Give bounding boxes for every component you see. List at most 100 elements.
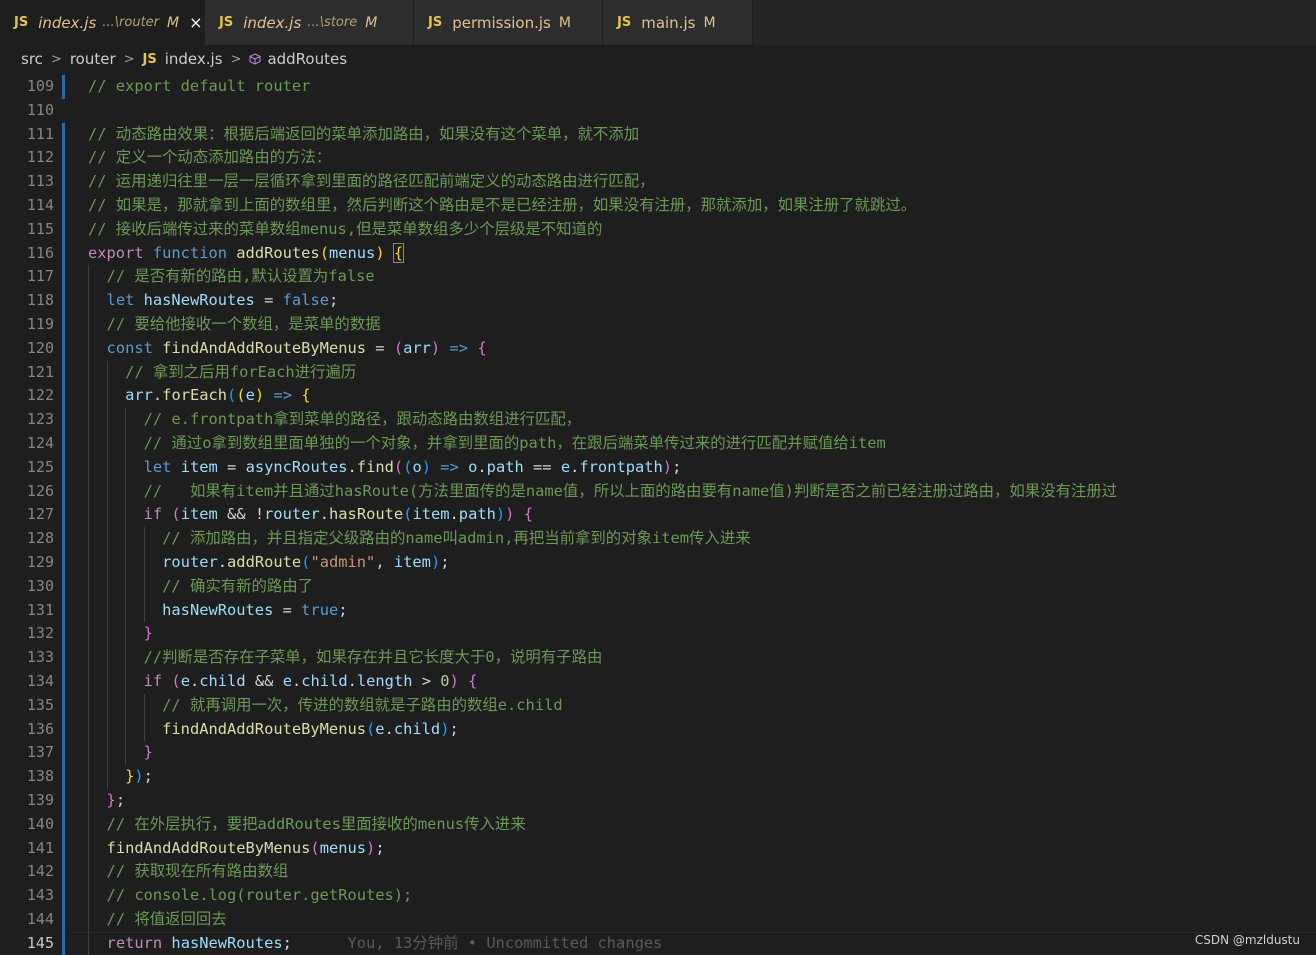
code-line[interactable]: 130 // 确实有新的路由了 (0, 575, 1316, 599)
code-line[interactable]: 129 router.addRoute("admin", item); (0, 551, 1316, 575)
tab-2[interactable]: JS index.js ...\store M (205, 0, 414, 45)
code-line[interactable]: 145 return hasNewRoutes; You, 13分钟前 • Un… (0, 931, 1316, 955)
code-line[interactable]: 143 // console.log(router.getRoutes); (0, 884, 1316, 908)
code-line[interactable]: 117 // 是否有新的路由,默认设置为false (0, 265, 1316, 289)
code-line[interactable]: 114 // 如果是，那就拿到上面的数组里，然后判断这个路由是不是已经注册，如果没… (0, 194, 1316, 218)
code-line[interactable]: 131 hasNewRoutes = true; (0, 599, 1316, 623)
line-number: 143 (26, 886, 54, 905)
code-line[interactable]: 119 // 要给他接收一个数组，是菜单的数据 (0, 313, 1316, 337)
code-text: findAndAddRouteByMenus(menus); (88, 837, 385, 861)
code-line[interactable]: 142 // 获取现在所有路由数组 (0, 860, 1316, 884)
chevron-right-icon: > (123, 51, 135, 67)
code-line[interactable]: 125 let item = asyncRoutes.find((o) => o… (0, 456, 1316, 480)
code-line[interactable]: 121 // 拿到之后用forEach进行遍历 (0, 361, 1316, 385)
modified-badge: M (167, 14, 180, 31)
code-line[interactable]: 127 if (item && !router.hasRoute(item.pa… (0, 503, 1316, 527)
code-line[interactable]: 128 // 添加路由，并且指定父级路由的name叫admin,再把当前拿到的对… (0, 527, 1316, 551)
git-blame-annotation: You, 13分钟前 • Uncommitted changes (291, 933, 663, 952)
code-line[interactable]: 133 //判断是否存在子菜单，如果存在并且它长度大于0，说明有子路由 (0, 646, 1316, 670)
code-token: true (301, 600, 339, 619)
code-line[interactable]: 118 let hasNewRoutes = false; (0, 289, 1316, 313)
code-line[interactable]: 139 }; (0, 789, 1316, 813)
code-token: findAndAddRouteByMenus (162, 719, 366, 738)
close-icon[interactable]: × (189, 13, 202, 32)
code-text: // 要给他接收一个数组，是菜单的数据 (88, 313, 381, 337)
code-line[interactable]: 124 // 通过o拿到数组里面单独的一个对象，并拿到里面的path，在跟后端菜… (0, 432, 1316, 456)
code-line[interactable]: 112 // 定义一个动态添加路由的方法： (0, 146, 1316, 170)
code-line[interactable]: 137 } (0, 741, 1316, 765)
code-token: function (152, 243, 237, 262)
code-token: addRoutes (236, 243, 320, 262)
code-token: // 动态路由效果：根据后端返回的菜单添加路由，如果没有这个菜单，就不添加 (88, 124, 640, 143)
code-text: // 接收后端传过来的菜单数组menus,但是菜单数组多少个层级是不知道的 (88, 218, 602, 242)
breadcrumb-src[interactable]: src (21, 50, 43, 68)
code-line[interactable]: 116 export function addRoutes(menus) { (0, 242, 1316, 266)
code-line[interactable]: 141 findAndAddRouteByMenus(menus); (0, 837, 1316, 861)
tab-1[interactable]: JS index.js ...\router M × (0, 0, 205, 45)
code-token: ) (430, 553, 441, 571)
line-number: 120 (26, 338, 54, 357)
code-text: if (e.child && e.child.length > 0) { (88, 670, 478, 694)
tab-3[interactable]: JS permission.js M (414, 0, 603, 45)
code-token: > (412, 672, 441, 690)
code-token: = (273, 600, 302, 619)
code-line[interactable]: 140 // 在外层执行，要把addRoutes里面接收的menus传入进来 (0, 813, 1316, 837)
code-line[interactable]: 115 // 接收后端传过来的菜单数组menus,但是菜单数组多少个层级是不知道的 (0, 218, 1316, 242)
git-modified-indicator[interactable] (62, 75, 65, 99)
code-editor[interactable]: 109 // export default router 110 111 // 动态路由… (0, 73, 1316, 955)
code-token: // 添加路由，并且指定父级路由的name叫admin,再把当前拿到的对象ite… (162, 529, 751, 548)
code-line[interactable]: 135 // 就再调用一次，传进的数组就是子路由的数组e.child (0, 694, 1316, 718)
breadcrumb-router[interactable]: router (70, 50, 116, 68)
code-text: return hasNewRoutes; You, 13分钟前 • Uncomm… (88, 932, 663, 955)
code-line[interactable]: 111 // 动态路由效果：根据后端返回的菜单添加路由，如果没有这个菜单，就不添加 (0, 123, 1316, 147)
code-token: ( (227, 386, 237, 405)
code-text: // 定义一个动态添加路由的方法： (88, 146, 331, 170)
code-token: . (152, 386, 163, 405)
code-token: ) (421, 457, 431, 476)
breadcrumb-symbol[interactable]: addRoutes (267, 50, 347, 68)
code-text: }); (88, 765, 153, 789)
code-token: // 要给他接收一个数组，是菜单的数据 (106, 315, 381, 333)
code-token: e (245, 386, 255, 405)
code-line[interactable]: 122 arr.forEach((e) => { (0, 384, 1316, 408)
breadcrumb-file[interactable]: index.js (165, 50, 223, 68)
code-token: ( (393, 457, 404, 476)
code-line[interactable]: 138 }); (0, 765, 1316, 789)
code-token: ; (143, 767, 153, 786)
code-token: ) (366, 838, 376, 857)
code-token: // 是否有新的路由,默认设置为false (106, 267, 375, 286)
code-line[interactable]: 120 const findAndAddRouteByMenus = (arr)… (0, 337, 1316, 361)
git-modified-indicator[interactable] (62, 122, 65, 955)
code-line[interactable]: 110 (0, 99, 1316, 123)
tab-path: ...\store (307, 15, 358, 30)
code-token: // e.frontpath拿到菜单的路径，跟动态路由数组进行匹配， (143, 410, 582, 429)
code-line[interactable]: 136 findAndAddRouteByMenus(e.child); (0, 718, 1316, 742)
code-line[interactable]: 134 if (e.child && e.child.length > 0) { (0, 670, 1316, 694)
indent-guide (88, 265, 89, 955)
code-line[interactable]: 126 // 如果有item并且通过hasRoute(方法里面传的是name值，… (0, 480, 1316, 504)
code-token: "admin" (310, 553, 376, 571)
code-line[interactable]: 113 // 运用递归往里一层一层循环拿到里面的路径匹配前端定义的动态路由进行匹配… (0, 170, 1316, 194)
code-token: . (384, 719, 394, 738)
code-line[interactable]: 109 // export default router (0, 75, 1316, 99)
code-token: } (106, 791, 116, 809)
code-line[interactable]: 123 // e.frontpath拿到菜单的路径，跟动态路由数组进行匹配， (0, 408, 1316, 432)
code-token: // 获取现在所有路由数组 (106, 862, 289, 881)
code-token: . (319, 505, 330, 524)
code-token: false (282, 291, 329, 310)
code-text: // 动态路由效果：根据后端返回的菜单添加路由，如果没有这个菜单，就不添加 (88, 123, 639, 147)
code-token: item (393, 553, 431, 571)
line-number: 136 (26, 719, 54, 738)
code-line[interactable]: 132 } (0, 622, 1316, 646)
code-token: . (291, 672, 302, 690)
tab-4[interactable]: JS main.js M (603, 0, 753, 45)
code-line[interactable]: 144 // 将值返回回去 (0, 908, 1316, 932)
code-token: o (468, 457, 478, 476)
code-text: // e.frontpath拿到菜单的路径，跟动态路由数组进行匹配， (88, 408, 582, 432)
line-number: 139 (26, 791, 54, 809)
